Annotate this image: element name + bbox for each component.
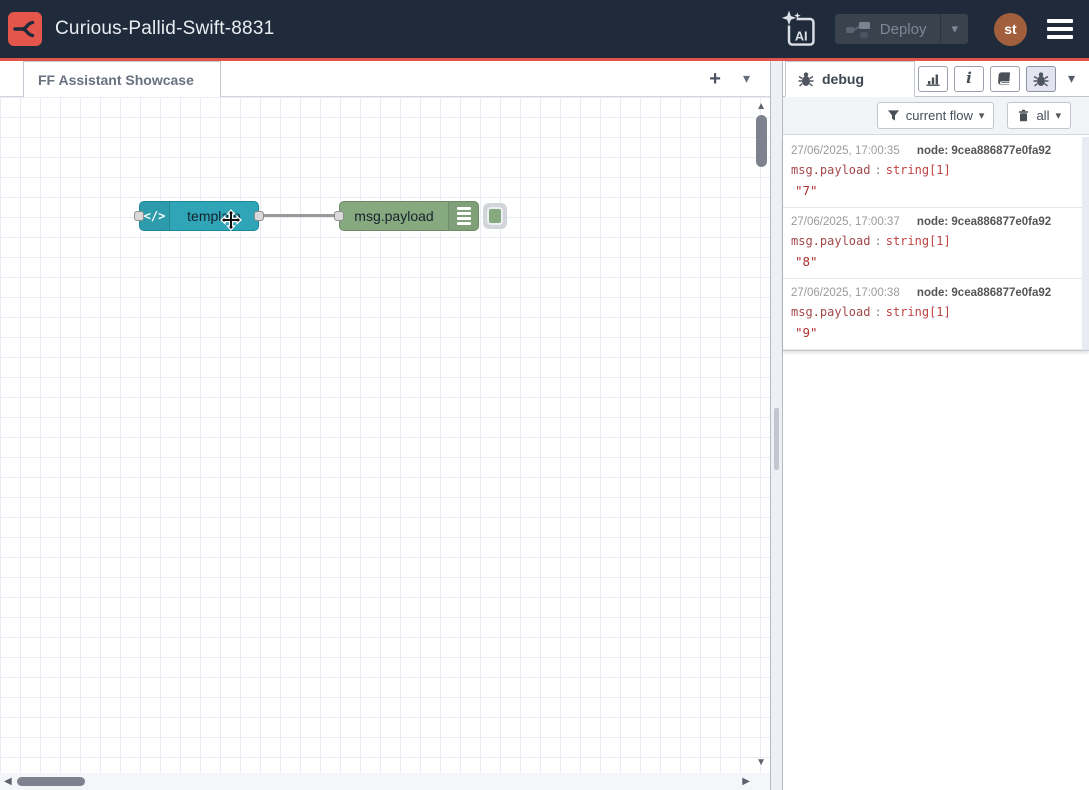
book-icon [997,71,1012,86]
debug-message-type: string[1] [886,234,951,248]
template-node-icon: </> [140,202,170,230]
canvas-vertical-scrollbar[interactable] [756,115,767,167]
filter-funnel-icon [887,109,900,122]
chevron-down-icon: ▾ [951,21,958,37]
deploy-button-label: Deploy [880,21,927,38]
debug-input-port[interactable] [334,211,344,221]
sidebar-tab-debug[interactable]: debug [785,61,915,97]
sidebar-tab-debug-label: debug [822,71,864,87]
wire-template-to-debug[interactable] [262,214,340,217]
flow-tabbar: FF Assistant Showcase + ▾ [0,61,770,97]
flow-list-caret[interactable]: ▾ [743,70,750,87]
debug-message-type: string[1] [886,305,951,319]
debug-list-scroll-gutter [1082,137,1089,350]
debug-message-property: msg.payload [791,305,870,319]
template-node-label: template [170,208,258,224]
sidebar: debug i [783,61,1089,790]
debug-message-value[interactable]: "9" [791,325,1073,340]
debug-node-console-icon [448,202,478,230]
debug-filter-label: current flow [906,108,973,123]
hamburger-bar [1047,35,1073,39]
ai-assistant-button[interactable]: AI [779,8,819,50]
info-icon: i [966,71,972,86]
splitter-drag-handle[interactable] [774,408,779,470]
debug-message-property-row[interactable]: msg.payload: string[1] [791,234,1073,248]
bug-icon [798,71,814,87]
debug-message-timestamp: 27/06/2025, 17:00:35 [791,145,900,157]
debug-message-meta: 27/06/2025, 17:00:35 node: 9cea886877e0f… [791,145,1073,157]
canvas-scroll-down-arrow[interactable]: ▼ [756,757,766,768]
flow-canvas[interactable]: </> template msg.payload ▲ [0,97,770,790]
canvas-scroll-left-arrow[interactable]: ◀ [4,776,12,787]
debug-message-colon: : [874,163,881,177]
debug-message-source-node[interactable]: node: 9cea886877e0fa92 [917,216,1051,228]
debug-message-timestamp: 27/06/2025, 17:00:37 [791,216,900,228]
sidebar-tabs-caret[interactable]: ▾ [1062,70,1083,87]
hamburger-bar [1047,19,1073,23]
main-menu-button[interactable] [1045,15,1075,43]
debug-message[interactable]: 27/06/2025, 17:00:35 node: 9cea886877e0f… [783,137,1089,208]
debug-message-type: string[1] [886,163,951,177]
debug-message-property-row[interactable]: msg.payload: string[1] [791,305,1073,319]
debug-message-timestamp: 27/06/2025, 17:00:38 [791,287,900,299]
canvas-horizontal-scrollbar[interactable] [17,777,85,786]
debug-toggle-inner [487,207,503,225]
debug-message-meta: 27/06/2025, 17:00:38 node: 9cea886877e0f… [791,287,1073,299]
template-input-port[interactable] [134,211,144,221]
deploy-button[interactable]: Deploy ▾ [835,14,968,44]
debug-message-colon: : [874,234,881,248]
debug-message-source-node[interactable]: node: 9cea886877e0fa92 [917,145,1051,157]
sidebar-tab-debug-button[interactable] [1026,66,1056,92]
debug-node-label: msg.payload [340,208,448,224]
debug-node[interactable]: msg.payload [339,201,479,231]
main-area: FF Assistant Showcase + ▾ </> template m… [0,61,1089,790]
debug-message-colon: : [874,305,881,319]
canvas-horizontal-scroll-track: ◀ ▶ [0,773,770,790]
deploy-options-caret[interactable]: ▾ [940,14,968,44]
user-avatar[interactable]: st [994,13,1027,46]
deploy-nodes-icon [845,19,871,39]
chevron-down-icon: ▾ [979,109,985,122]
deploy-button-main[interactable]: Deploy [835,14,941,44]
flow-tab-label: FF Assistant Showcase [38,72,194,88]
tabbar-actions: + ▾ [709,61,770,96]
trash-icon [1017,109,1030,122]
svg-text:AI: AI [795,29,808,44]
app-header: Curious-Pallid-Swift-8831 AI Deploy ▾ [0,0,1089,58]
debug-message[interactable]: 27/06/2025, 17:00:37 node: 9cea886877e0f… [783,208,1089,279]
debug-message-value[interactable]: "7" [791,183,1073,198]
debug-message-list: 27/06/2025, 17:00:35 node: 9cea886877e0f… [783,137,1089,351]
workspace: FF Assistant Showcase + ▾ </> template m… [0,61,770,790]
debug-enable-toggle[interactable] [483,203,507,229]
debug-message-meta: 27/06/2025, 17:00:37 node: 9cea886877e0f… [791,216,1073,228]
flow-tab-active[interactable]: FF Assistant Showcase [23,61,221,97]
canvas-scroll-up-arrow[interactable]: ▲ [756,101,766,112]
add-flow-button[interactable]: + [709,69,721,89]
debug-toolbar: current flow ▾ all ▾ [783,97,1089,135]
hamburger-bar [1047,27,1073,31]
debug-message-value[interactable]: "8" [791,254,1073,269]
debug-message-property: msg.payload [791,234,870,248]
flowfuse-logo-icon [8,12,42,46]
debug-clear-label: all [1036,108,1049,123]
debug-clear-button[interactable]: all ▾ [1007,102,1071,129]
chevron-down-icon: ▾ [1055,109,1061,122]
debug-message-property: msg.payload [791,163,870,177]
sidebar-tab-dashboard-button[interactable] [918,66,948,92]
move-cursor-icon [220,209,242,231]
template-output-port[interactable] [254,211,264,221]
debug-message-source-node[interactable]: node: 9cea886877e0fa92 [917,287,1051,299]
debug-filter-button[interactable]: current flow ▾ [877,102,995,129]
bug-icon [1033,71,1049,87]
sidebar-splitter[interactable] [770,61,783,790]
sidebar-tab-help-button[interactable] [990,66,1020,92]
canvas-scroll-right-arrow[interactable]: ▶ [742,776,750,787]
sidebar-tab-info-button[interactable]: i [954,66,984,92]
sidebar-tab-buttons: i ▾ [918,61,1089,96]
bar-chart-icon [925,71,941,87]
debug-message-property-row[interactable]: msg.payload: string[1] [791,163,1073,177]
sidebar-tabbar: debug i [783,61,1089,97]
instance-title: Curious-Pallid-Swift-8831 [55,18,274,40]
debug-message[interactable]: 27/06/2025, 17:00:38 node: 9cea886877e0f… [783,279,1089,350]
